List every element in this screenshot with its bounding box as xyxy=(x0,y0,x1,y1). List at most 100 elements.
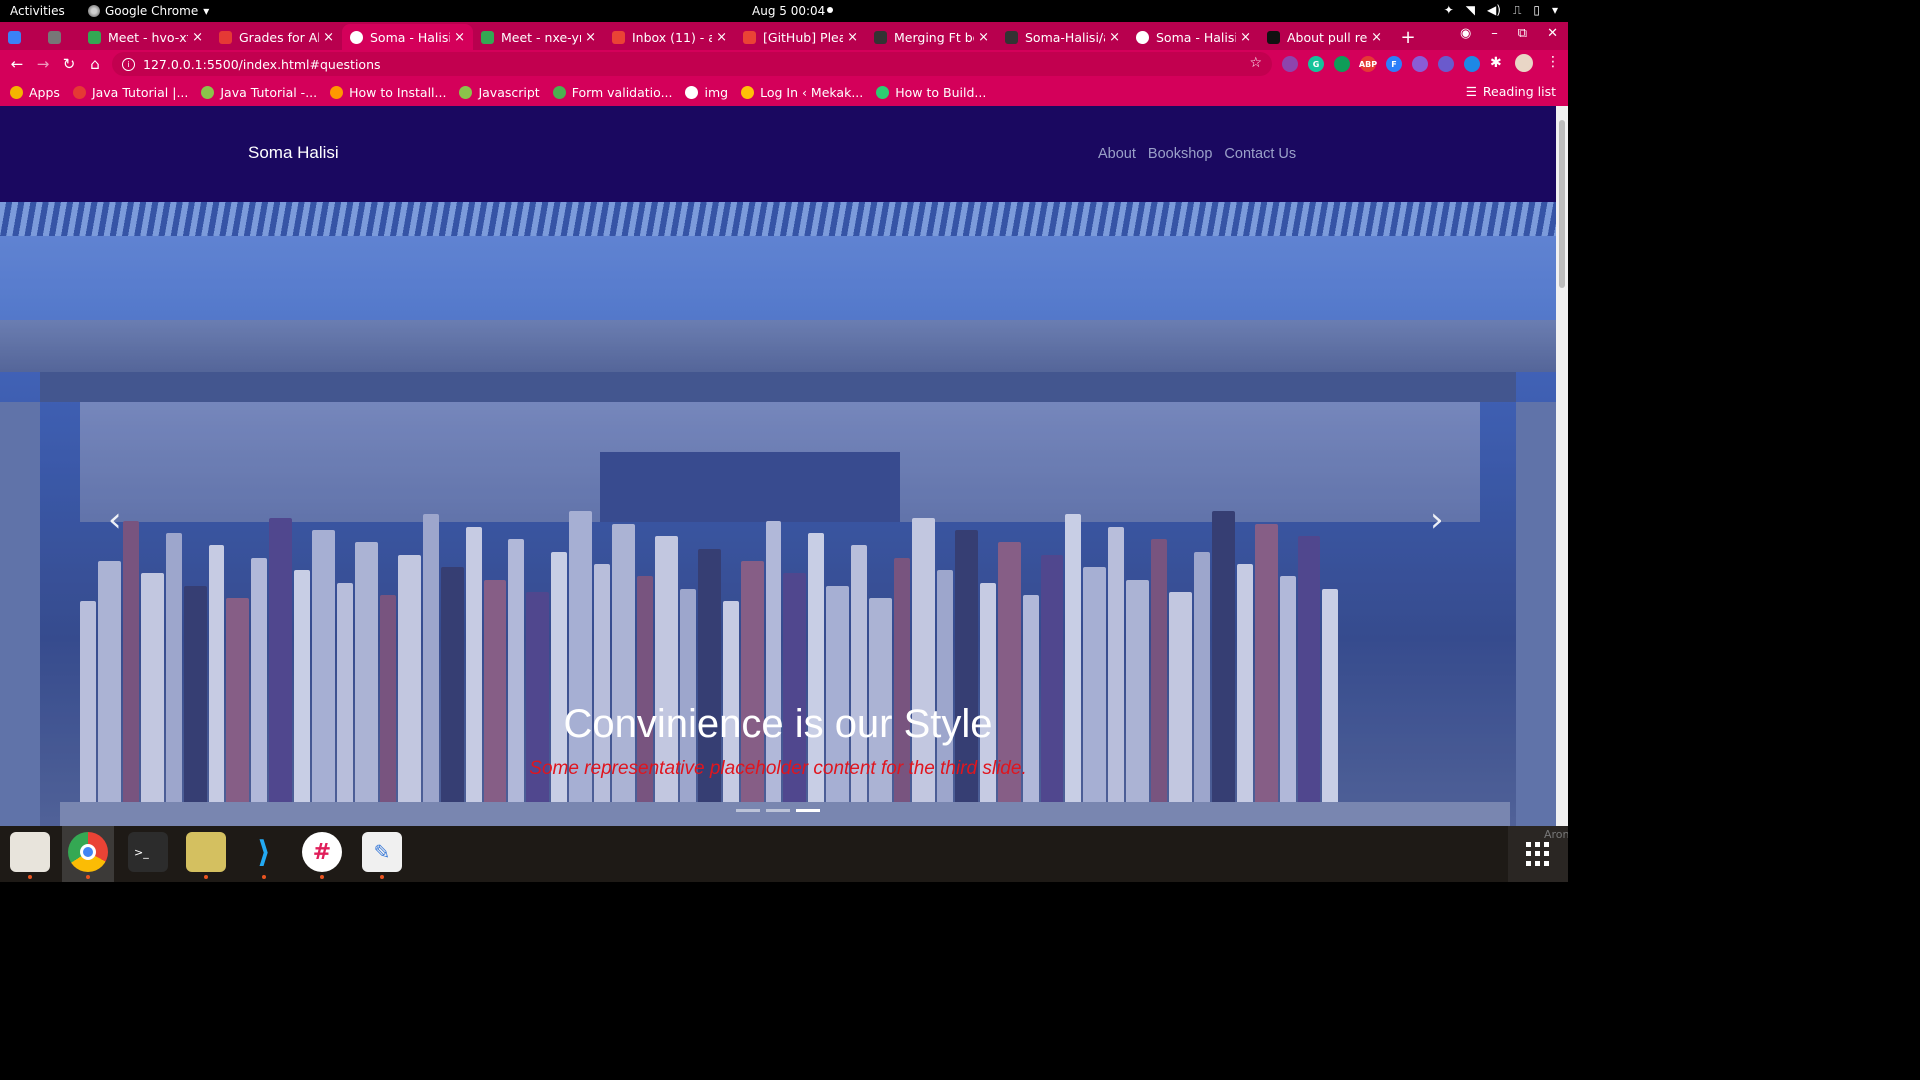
reload-button[interactable]: ↻ xyxy=(56,55,82,73)
extensions-puzzle-icon[interactable]: ✱ xyxy=(1490,55,1502,71)
sheets-icon[interactable] xyxy=(1334,56,1350,72)
address-bar[interactable]: i 127.0.0.1:5500/index.html#questions ☆ xyxy=(112,52,1272,76)
browser-tab[interactable]: Inbox (11) - all × xyxy=(604,24,735,50)
carousel-prev-button[interactable]: ‹ xyxy=(108,500,122,540)
bookmark-favicon-icon xyxy=(72,85,86,99)
edge-icon[interactable] xyxy=(1464,56,1480,72)
carousel-indicator[interactable] xyxy=(796,809,820,812)
browser-tab[interactable]: Soma-Halisi/a × xyxy=(997,24,1128,50)
adblock-icon[interactable]: ABP xyxy=(1359,56,1377,72)
tab-favicon-icon xyxy=(612,30,625,44)
tab-title: Soma-Halisi/a xyxy=(1025,29,1106,45)
tab-close-button[interactable]: × xyxy=(1371,30,1382,45)
nav-link-about[interactable]: About xyxy=(1098,146,1136,162)
site-brand[interactable]: Soma Halisi xyxy=(248,143,339,163)
scrollbar-thumb[interactable] xyxy=(1559,120,1565,288)
system-menu-arrow-icon[interactable]: ▾ xyxy=(1552,3,1558,18)
browser-tab[interactable]: Meet - hvo-xfn × xyxy=(80,24,211,50)
browser-tab[interactable]: Merging Ft bo × xyxy=(866,24,997,50)
tab-close-button[interactable]: × xyxy=(978,30,989,45)
bookmark-item[interactable]: Log In ‹ Mekak... xyxy=(741,85,863,100)
chrome-icon[interactable] xyxy=(68,832,108,879)
bookmark-list: Apps Java Tutorial |... Java Tutorial -...… xyxy=(10,85,999,100)
files-icon[interactable] xyxy=(10,832,50,879)
browser-tab[interactable] xyxy=(40,24,80,50)
bookmark-favicon-icon xyxy=(10,85,23,99)
page-scrollbar[interactable] xyxy=(1556,106,1568,826)
color-picker-icon[interactable] xyxy=(1282,56,1298,72)
profile-avatar[interactable] xyxy=(1515,54,1533,72)
tab-favicon-icon xyxy=(1267,30,1280,44)
tab-close-button[interactable]: × xyxy=(847,30,858,45)
bookmark-item[interactable]: How to Build... xyxy=(876,85,986,100)
home-button[interactable]: ⌂ xyxy=(82,55,108,73)
volume-icon[interactable]: ◀) xyxy=(1487,3,1501,18)
ruler-icon[interactable] xyxy=(1412,56,1428,72)
tab-close-button[interactable]: × xyxy=(454,30,465,45)
browser-tab[interactable]: About pull rec × xyxy=(1259,24,1390,50)
bookmark-item[interactable]: Java Tutorial |... xyxy=(72,85,188,100)
show-applications-icon[interactable] xyxy=(1526,842,1550,866)
toolbar: ← → ↻ ⌂ i 127.0.0.1:5500/index.html#ques… xyxy=(0,50,1568,78)
browser-tab[interactable]: [GitHub] Plea × xyxy=(735,24,866,50)
reading-list-icon: ☰ xyxy=(1465,84,1477,99)
chrome-menu-icon[interactable]: ⋮ xyxy=(1546,54,1560,70)
tab-close-button[interactable]: × xyxy=(1109,30,1120,45)
tab-close-button[interactable]: × xyxy=(323,30,334,45)
tool-icon[interactable] xyxy=(1438,56,1454,72)
carousel-next-button[interactable]: › xyxy=(1430,500,1444,540)
tab-title: Soma - Halisi xyxy=(370,29,451,45)
browser-tab[interactable]: Grades for All × xyxy=(211,24,342,50)
browser-tab[interactable] xyxy=(0,24,40,50)
grammarly-icon[interactable]: G xyxy=(1308,56,1324,72)
tab-close-button[interactable]: × xyxy=(1240,30,1251,45)
back-button[interactable]: ← xyxy=(4,55,30,73)
restore-button[interactable]: ⧉ xyxy=(1518,26,1527,41)
bookmark-favicon-icon xyxy=(876,85,890,99)
bookmark-item[interactable]: Javascript xyxy=(459,85,540,100)
minimize-button[interactable]: – xyxy=(1491,26,1498,41)
bookmark-item[interactable]: How to Install... xyxy=(330,85,446,100)
new-tab-button[interactable]: + xyxy=(1390,24,1426,50)
carousel-indicator[interactable] xyxy=(736,809,760,812)
microphone-icon[interactable]: ⎍ xyxy=(1513,3,1521,18)
tab-close-button[interactable]: × xyxy=(192,30,203,45)
bookmark-item[interactable]: Java Tutorial -... xyxy=(201,85,317,100)
app-menu[interactable]: Google Chrome ▾ xyxy=(88,4,209,18)
browser-tab[interactable]: Meet - nxe-yns × xyxy=(473,24,604,50)
tab-search-icon[interactable]: ◉ xyxy=(1460,26,1471,41)
close-window-button[interactable]: ✕ xyxy=(1547,26,1558,41)
tab-strip: Meet - hvo-xfn×Grades for All×Soma - Hal… xyxy=(0,22,1568,50)
browser-tab[interactable]: Soma - Halisi × xyxy=(342,24,473,50)
nav-link-bookshop[interactable]: Bookshop xyxy=(1148,146,1213,162)
url-text[interactable]: 127.0.0.1:5500/index.html#questions xyxy=(143,57,381,72)
bookmark-favicon-icon xyxy=(459,85,473,99)
bookmark-label: How to Install... xyxy=(349,84,447,100)
reading-list-button[interactable]: ☰ Reading list xyxy=(1466,84,1556,99)
desktop: Activities Google Chrome ▾ Aug 5 00:04 ✦… xyxy=(0,0,1568,882)
carousel-indicator[interactable] xyxy=(766,809,790,812)
site-info-icon[interactable]: i xyxy=(122,57,135,71)
bookmark-item[interactable]: Form validatio... xyxy=(552,85,672,100)
nav-link-contact[interactable]: Contact Us xyxy=(1224,146,1296,162)
text-editor-icon[interactable]: ✎ xyxy=(362,832,402,879)
system-tray[interactable]: ✦ ◥ ◀) ⎍ ▯ ▾ xyxy=(1444,3,1558,18)
bookmark-item[interactable]: img xyxy=(685,85,728,100)
clock[interactable]: Aug 5 00:04 xyxy=(752,4,825,18)
terminal-icon[interactable]: >_ xyxy=(128,832,168,872)
image-viewer-icon[interactable] xyxy=(186,832,226,879)
browser-tab[interactable]: Soma - Halisi × xyxy=(1128,24,1259,50)
app-menu-arrow-icon: ▾ xyxy=(203,4,210,18)
vscode-icon[interactable]: ⟩ xyxy=(244,832,284,879)
battery-icon[interactable]: ▯ xyxy=(1533,3,1540,18)
activities-button[interactable]: Activities xyxy=(10,4,65,18)
tab-close-button[interactable]: × xyxy=(716,30,727,45)
tab-close-button[interactable]: × xyxy=(585,30,596,45)
forward-button[interactable]: → xyxy=(30,55,56,73)
f-icon[interactable]: F xyxy=(1386,56,1402,72)
tray-app-icon[interactable]: ✦ xyxy=(1444,3,1454,18)
bookmark-item[interactable]: Apps xyxy=(10,85,60,100)
slack-icon[interactable]: # xyxy=(302,832,342,879)
wifi-icon[interactable]: ◥ xyxy=(1466,3,1475,18)
bookmark-star-icon[interactable]: ☆ xyxy=(1249,55,1262,71)
